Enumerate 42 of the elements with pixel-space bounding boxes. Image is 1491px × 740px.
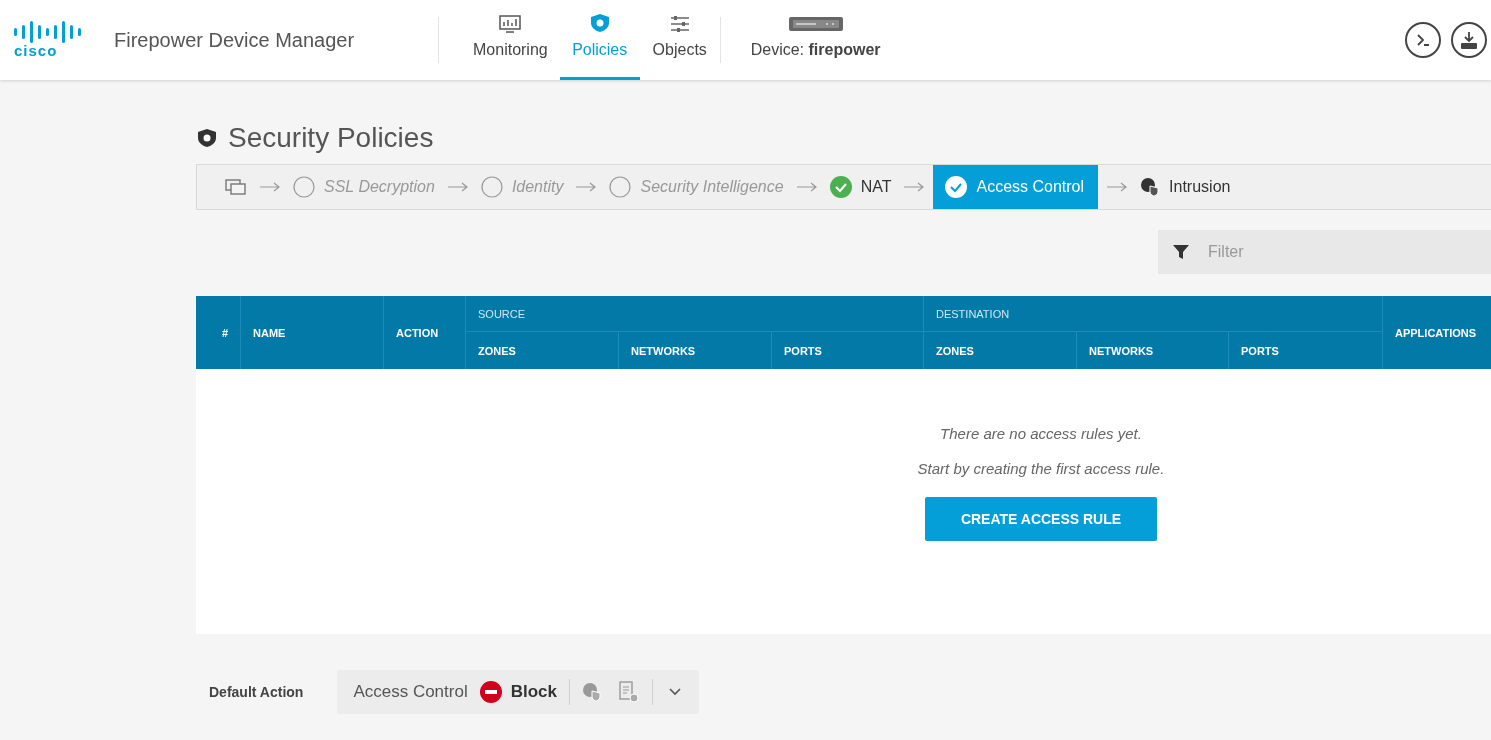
check-icon xyxy=(829,176,852,198)
step-tab[interactable]: Intrusion xyxy=(1136,165,1235,209)
caret-icon[interactable] xyxy=(669,688,681,696)
step-tab[interactable]: NAT xyxy=(825,165,896,209)
sliders-icon xyxy=(668,15,691,33)
empty-hint: Start by creating the first access rule. xyxy=(917,460,1165,477)
nav-tab[interactable]: Objects xyxy=(639,0,720,80)
monitor-icon xyxy=(499,15,522,33)
circle-icon xyxy=(480,176,503,198)
shield-icon xyxy=(1140,177,1161,197)
arrow-icon xyxy=(795,182,818,192)
download-icon xyxy=(1461,31,1477,49)
deploy-button[interactable] xyxy=(1451,22,1487,58)
arrow-icon xyxy=(259,182,281,192)
shield-icon xyxy=(588,13,611,33)
block-icon xyxy=(479,681,502,703)
column-group-header: SOURCE xyxy=(465,296,923,332)
check-icon xyxy=(945,176,968,198)
column-group-header: DESTINATION xyxy=(923,296,1382,332)
column-header: # xyxy=(221,325,230,341)
default-action-label: Default Action xyxy=(209,684,304,700)
windows-icon xyxy=(225,179,247,195)
device-icon xyxy=(787,15,844,33)
action-value: Block xyxy=(510,682,557,702)
shield-icon[interactable] xyxy=(582,682,602,702)
circle-icon xyxy=(293,176,315,198)
filter-field[interactable]: Filter xyxy=(1158,230,1491,274)
shield-icon xyxy=(196,127,218,149)
cisco-logo: cisco xyxy=(14,21,94,59)
circle-icon xyxy=(609,176,632,198)
app-title: Firepower Device Manager xyxy=(114,28,355,52)
terminal-button[interactable] xyxy=(1405,22,1441,58)
arrow-icon xyxy=(446,182,469,192)
arrow-icon xyxy=(1106,182,1129,192)
default-action-control[interactable]: Access Control Block xyxy=(337,670,699,714)
arrow-icon xyxy=(903,182,926,192)
page-title: Security Policies xyxy=(228,122,434,154)
terminal-icon xyxy=(1416,33,1430,47)
arrow-icon xyxy=(575,182,598,192)
empty-message: There are no access rules yet. xyxy=(940,425,1142,442)
device-tab[interactable]: Device: firepower xyxy=(734,0,897,80)
nav-tab[interactable]: Monitoring xyxy=(461,0,560,80)
